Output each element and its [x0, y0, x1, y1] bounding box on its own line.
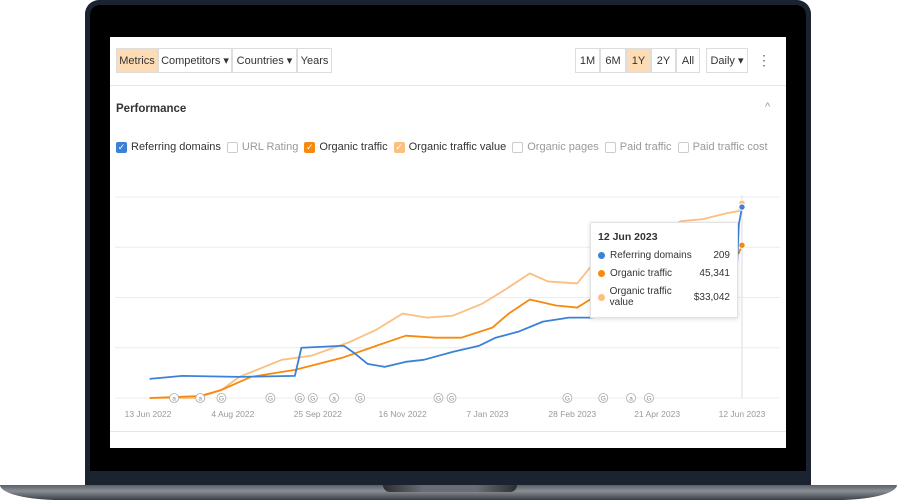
- annotation-label: G: [358, 396, 363, 403]
- tooltip-value: 45,341: [699, 268, 730, 279]
- x-tick-label: 16 Nov 2022: [378, 409, 426, 419]
- series-dot-icon: [598, 252, 605, 259]
- annotation-label: G: [646, 396, 651, 403]
- x-tick-label: 21 Apr 2023: [634, 409, 680, 419]
- x-tick-label: 12 Jun 2023: [719, 409, 766, 419]
- annotation-label: G: [601, 396, 606, 403]
- x-tick-label: 28 Feb 2023: [548, 409, 596, 419]
- tooltip-row: Organic traffic value $33,042: [598, 286, 730, 308]
- tooltip-row: Organic traffic 45,341: [598, 268, 730, 279]
- annotation-label: a: [172, 396, 176, 403]
- tooltip-label: Organic traffic value: [609, 286, 672, 308]
- tooltip-value: 209: [713, 250, 730, 261]
- annotation-label: a: [332, 396, 336, 403]
- annotation-label: G: [268, 396, 273, 403]
- x-tick-label: 13 Jun 2022: [125, 409, 172, 419]
- series-end-point: [738, 203, 746, 211]
- app-screen: Metrics Competitors ▾ Countries ▾ Years …: [110, 37, 786, 448]
- annotation-label: G: [219, 396, 224, 403]
- annotation-label: a: [198, 396, 202, 403]
- chart-tooltip: 12 Jun 2023 Referring domains 209 Organic …: [590, 222, 738, 318]
- series-dot-icon: [598, 270, 605, 277]
- tooltip-value: $33,042: [693, 291, 730, 303]
- annotation-label: G: [436, 396, 441, 403]
- annotation-label: G: [449, 396, 454, 403]
- annotation-label: G: [310, 396, 315, 403]
- bottom-divider: [110, 431, 786, 432]
- series-end-point: [738, 241, 746, 249]
- annotation-label: G: [565, 396, 570, 403]
- tooltip-date: 12 Jun 2023: [598, 231, 658, 243]
- x-tick-label: 7 Jan 2023: [466, 409, 508, 419]
- series-dot-icon: [598, 293, 605, 301]
- tooltip-label: Organic traffic: [610, 268, 673, 279]
- tooltip-label: Referring domains: [610, 250, 692, 261]
- x-tick-label: 4 Aug 2022: [211, 409, 254, 419]
- annotation-label: a: [629, 396, 633, 403]
- x-tick-label: 25 Sep 2022: [294, 409, 342, 419]
- annotation-label: G: [297, 396, 302, 403]
- laptop-notch: [383, 485, 517, 492]
- tooltip-row: Referring domains 209: [598, 250, 730, 261]
